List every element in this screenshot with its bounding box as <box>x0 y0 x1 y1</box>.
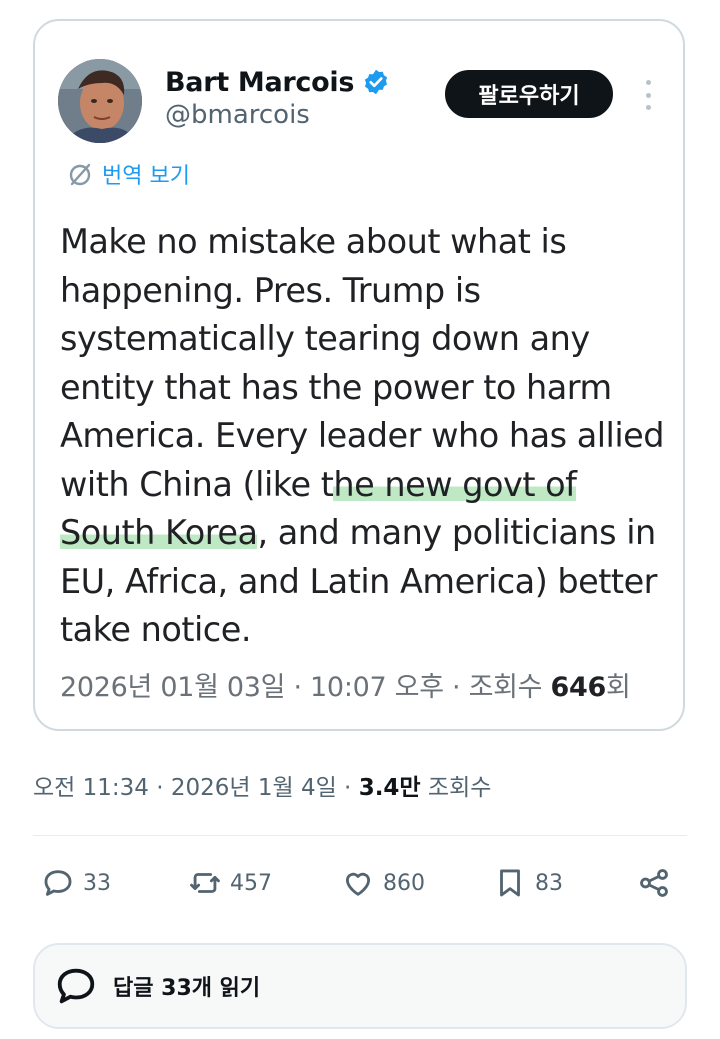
post-view-label: 조회수 <box>420 775 492 801</box>
heart-icon <box>345 872 371 896</box>
author-name-row[interactable]: Bart Marcois <box>165 62 390 102</box>
reply-icon <box>57 968 95 1004</box>
embedded-post-timestamp: 2026년 01월 03일 · 10:07 오후 · 조회수 <box>60 672 551 703</box>
like-count: 860 <box>383 870 425 896</box>
post-body-text: Make no mistake about what is happening.… <box>60 218 680 655</box>
embedded-post-views: 646 <box>550 672 606 703</box>
repost-icon <box>190 873 220 893</box>
author-handle[interactable]: @bmarcois <box>165 100 310 130</box>
post-timestamp[interactable]: 오전 11:34 · 2026년 1월 4일 · <box>33 775 359 801</box>
post-meta: 오전 11:34 · 2026년 1월 4일 · 3.4만 조회수 <box>33 768 491 802</box>
reply-icon <box>44 870 72 896</box>
reply-button[interactable]: 33 <box>41 860 111 906</box>
post-view-count: 3.4만 <box>358 775 421 801</box>
repost-count: 457 <box>230 870 272 896</box>
more-vertical-icon[interactable] <box>640 80 656 110</box>
embedded-post-meta: 2026년 01월 03일 · 10:07 오후 · 조회수 646회 <box>60 665 631 704</box>
translate-icon <box>69 163 91 186</box>
translate-label[interactable]: 번역 보기 <box>102 158 190 190</box>
share-button[interactable] <box>637 860 671 906</box>
bookmark-icon <box>500 869 520 897</box>
share-icon <box>640 869 668 897</box>
like-button[interactable]: 860 <box>341 860 425 906</box>
read-replies-button[interactable]: 답글 33개 읽기 <box>33 943 687 1029</box>
author-name[interactable]: Bart Marcois <box>165 67 354 98</box>
divider <box>33 835 687 836</box>
repost-button[interactable]: 457 <box>188 860 272 906</box>
follow-button[interactable]: 팔로우하기 <box>445 70 613 118</box>
author-avatar[interactable] <box>58 59 142 143</box>
translate-link[interactable]: 번역 보기 <box>66 158 190 190</box>
verified-badge-icon <box>365 69 388 95</box>
embedded-post-views-suffix: 회 <box>605 672 631 703</box>
bookmark-button[interactable]: 83 <box>493 860 563 906</box>
read-replies-label: 답글 33개 읽기 <box>113 976 261 1001</box>
post-body-part: Make no mistake about what is happening.… <box>60 222 665 504</box>
action-bar: 33 457 860 83 <box>33 860 687 906</box>
bookmark-count: 83 <box>535 870 563 896</box>
reply-count: 33 <box>83 870 111 896</box>
